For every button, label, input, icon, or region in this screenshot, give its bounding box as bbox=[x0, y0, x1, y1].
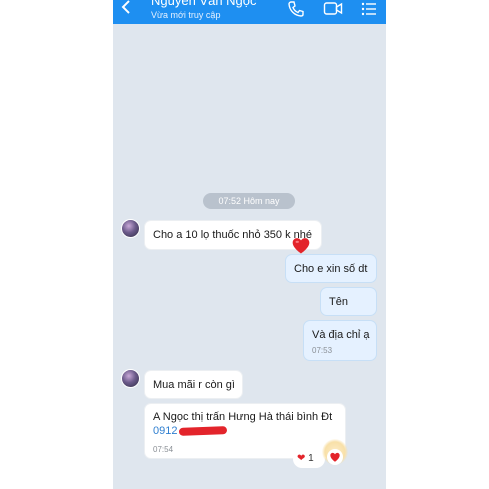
message-text: Tên bbox=[329, 296, 348, 308]
phone-number-line: 0912 bbox=[153, 424, 337, 438]
avatar[interactable] bbox=[121, 369, 140, 388]
message-text: A Ngọc thị trấn Hưng Hà thái bình Đt bbox=[153, 411, 333, 423]
reaction-summary[interactable]: ❤ 1 bbox=[293, 450, 325, 468]
chat-screen: Nguyễn Văn Ngọc Vừa mới truy cập 07:52 H… bbox=[113, 0, 386, 489]
message-text: Cho a 10 lọ thuốc nhỏ 350 k nhé bbox=[153, 229, 313, 241]
avatar[interactable] bbox=[121, 219, 140, 238]
message-bubble-outgoing[interactable]: Và địa chỉ ạ 07:53 bbox=[303, 320, 377, 361]
message-text: Và địa chỉ ạ bbox=[312, 329, 370, 341]
redaction-mark bbox=[178, 426, 228, 436]
chevron-left-icon bbox=[121, 0, 130, 14]
message-time: 07:53 bbox=[312, 346, 333, 355]
heart-icon bbox=[292, 238, 310, 254]
contact-name[interactable]: Nguyễn Văn Ngọc bbox=[151, 0, 257, 8]
back-button[interactable] bbox=[119, 0, 137, 22]
heart-icon: ❤ bbox=[297, 453, 306, 464]
message-bubble-outgoing[interactable]: Tên bbox=[320, 287, 377, 316]
react-button[interactable] bbox=[327, 449, 343, 465]
phone-number-link[interactable]: 0912 bbox=[153, 425, 177, 437]
menu-button[interactable] bbox=[360, 0, 380, 18]
phone-icon bbox=[288, 1, 304, 17]
message-text: Mua mãi r còn gì bbox=[153, 379, 235, 391]
call-button[interactable] bbox=[287, 0, 307, 18]
message-text: Cho e xin số dt bbox=[294, 263, 368, 275]
message-bubble-outgoing[interactable]: Cho e xin số dt bbox=[285, 254, 377, 283]
video-call-button[interactable] bbox=[323, 0, 343, 18]
date-divider: 07:52 Hôm nay bbox=[203, 193, 295, 209]
message-bubble-incoming[interactable]: Mua mãi r còn gì bbox=[144, 370, 243, 399]
video-camera-icon bbox=[323, 2, 343, 15]
chat-header: Nguyễn Văn Ngọc Vừa mới truy cập bbox=[113, 0, 386, 24]
list-menu-icon bbox=[361, 2, 376, 16]
heart-icon bbox=[330, 452, 340, 462]
contact-status: Vừa mới truy cập bbox=[151, 10, 221, 20]
reaction-count: 1 bbox=[308, 453, 314, 464]
